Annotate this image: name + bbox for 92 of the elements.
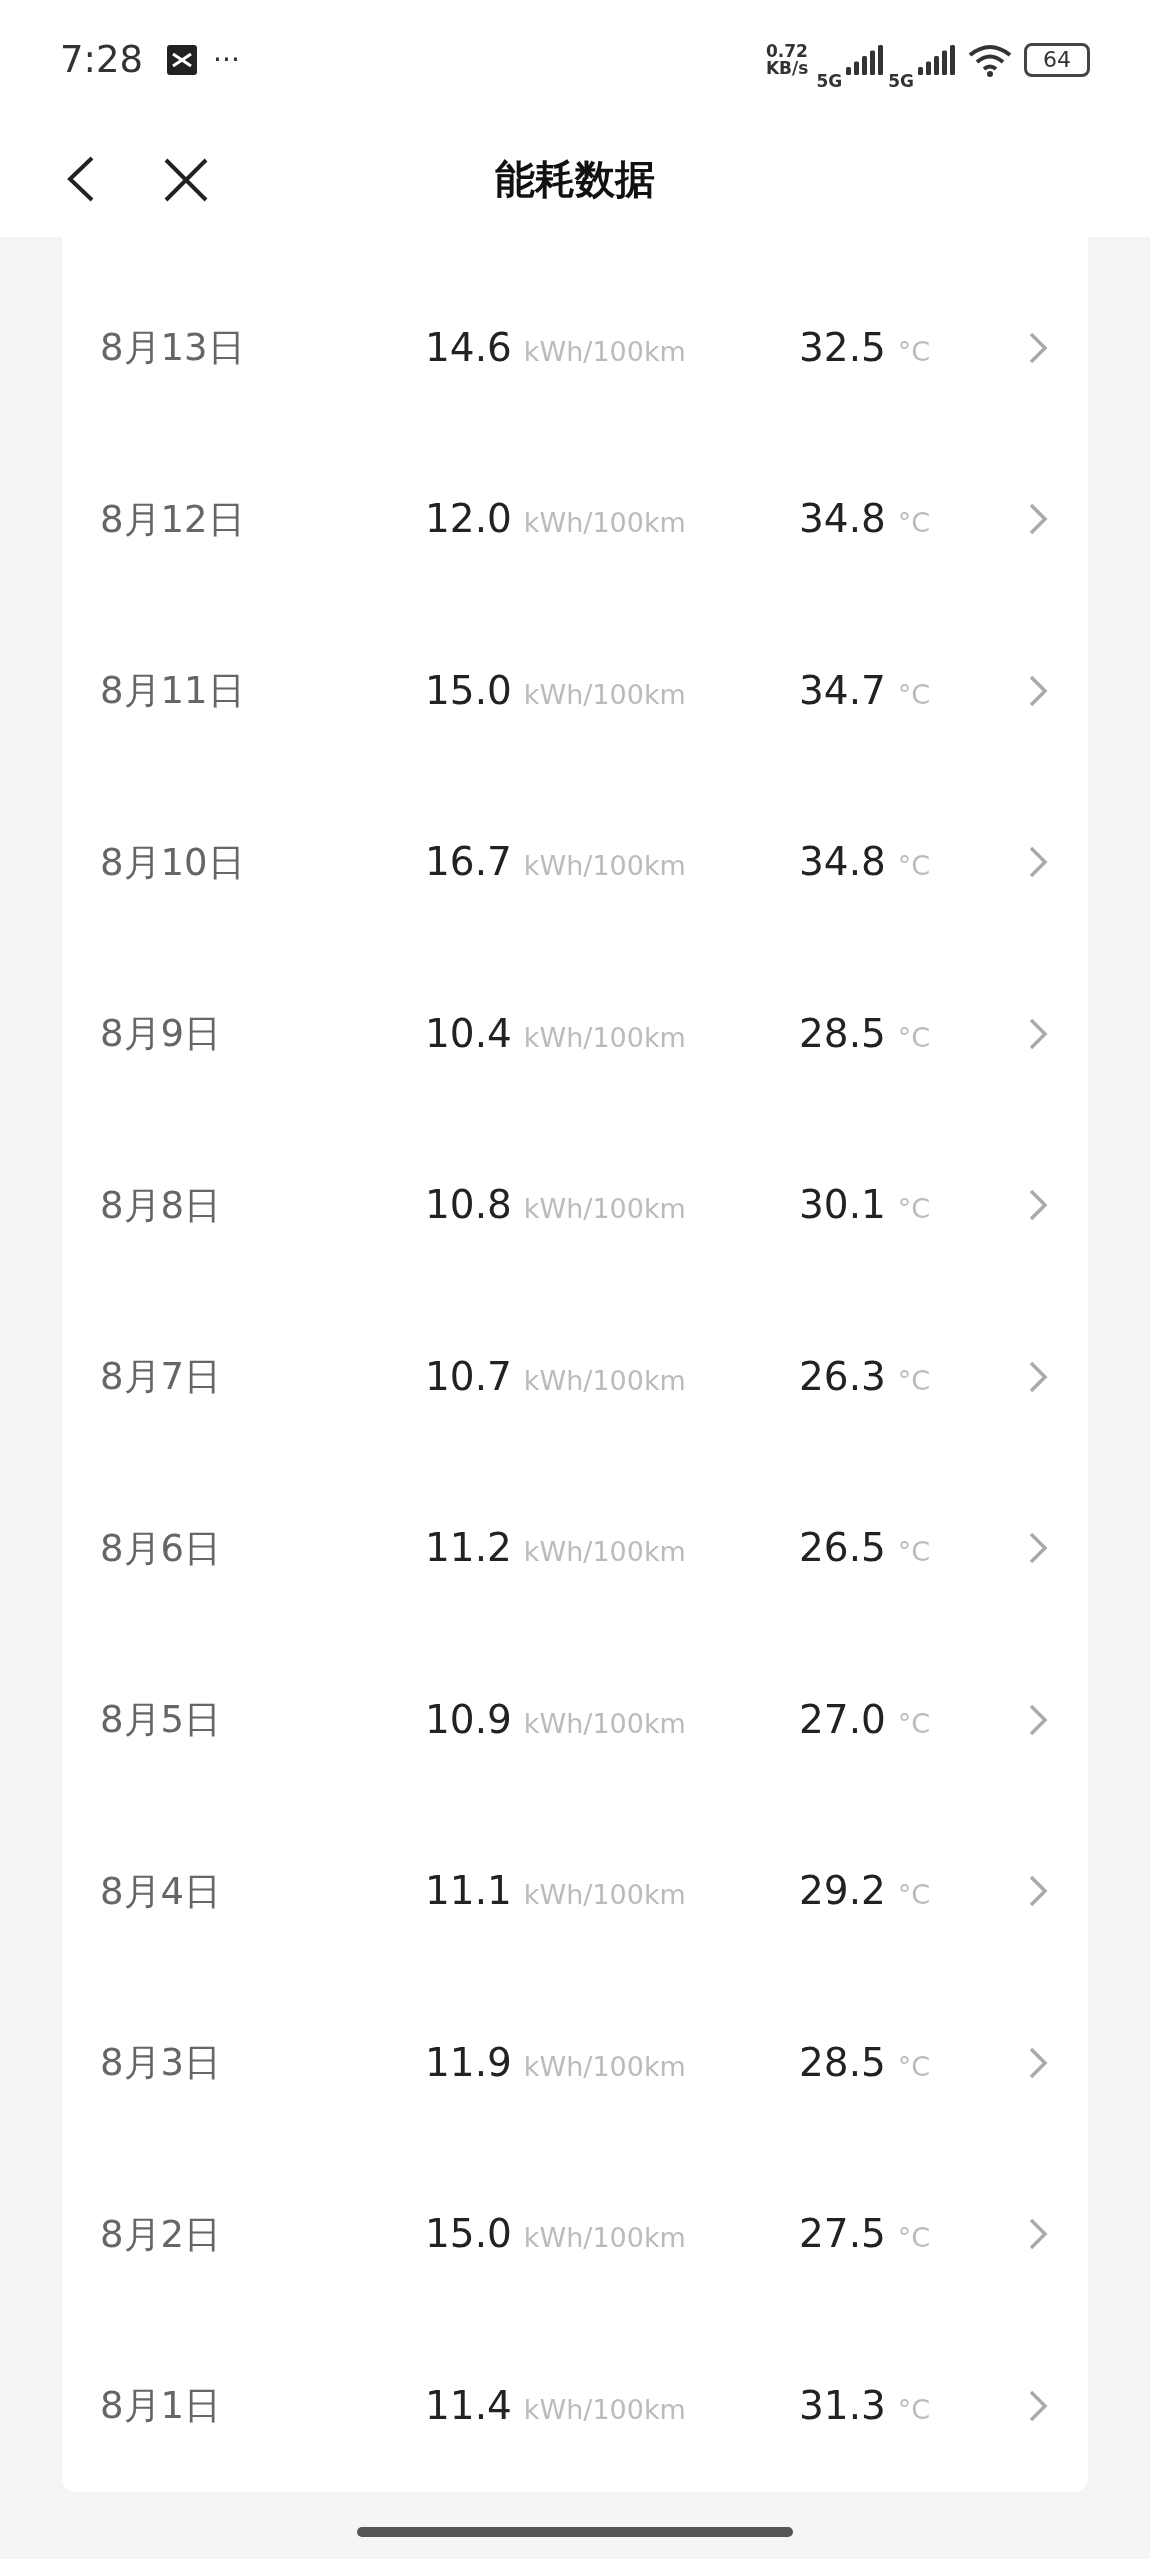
consumption-value: 11.9 [425,2038,512,2087]
consumption-value: 15.0 [425,2210,512,2258]
unit-label: °C [897,2392,931,2427]
unit-label: kWh/100km [523,2392,686,2427]
unit-label: °C [897,677,931,712]
temperature-value: 28.5 [799,1009,886,1058]
unit-label: kWh/100km [523,849,686,883]
network-type: 5G [816,70,843,94]
temperature-value: 32.5 [799,323,886,372]
chevron-right-icon[interactable] [1028,502,1048,537]
unit-label: kWh/100km [523,1363,686,1398]
date-label: 8月4日 [100,1868,223,1915]
unit-label: °C [897,1878,931,1912]
unit-label: °C [897,334,931,369]
temperature-value: 34.8 [799,495,886,543]
chevron-right-icon[interactable] [1028,330,1048,365]
temperature-value: 31.3 [799,2381,886,2430]
unit-label: kWh/100km [523,506,686,540]
close-button[interactable] [164,158,208,202]
consumption-value: 16.7 [425,838,512,886]
chevron-right-icon[interactable] [1028,1702,1048,1737]
date-label: 8月11日 [100,668,246,714]
unit-label: °C [897,849,931,883]
unit-label: kWh/100km [523,1535,686,1569]
temperature-value: 26.5 [799,1524,886,1572]
consumption-value: 11.4 [425,2381,512,2430]
page-title: 能耗数据 [495,154,655,204]
signal-icon [918,45,956,75]
date-label: 8月9日 [100,1011,223,1057]
temperature-value: 34.8 [799,838,886,886]
temperature-value: 34.7 [799,666,886,715]
network-speed: 0.72 KB/s [765,43,809,77]
unit-label: kWh/100km [523,677,686,712]
unit-label: kWh/100km [523,1706,686,1741]
date-label: 8月7日 [100,1354,223,1400]
consumption-value: 11.1 [425,1867,512,1915]
date-label: 8月5日 [100,1697,223,1743]
consumption-value: 11.2 [425,1524,512,1572]
unit-label: kWh/100km [523,1192,686,1226]
unit-label: °C [897,2049,931,2084]
unit-label: °C [897,506,931,540]
more-notifications: ··· [213,42,240,78]
chevron-right-icon[interactable] [1028,673,1048,708]
date-label: 8月12日 [100,496,246,543]
unit-label: kWh/100km [523,1020,686,1055]
unit-label: kWh/100km [523,2221,686,2255]
date-label: 8月6日 [100,1525,223,1572]
date-label: 8月3日 [100,2040,223,2086]
chevron-right-icon[interactable] [1028,845,1048,880]
unit-label: kWh/100km [523,334,686,369]
temperature-value: 29.2 [799,1867,886,1915]
unit-label: °C [897,2221,931,2255]
app-notification-icon [167,45,198,75]
consumption-value: 10.7 [425,1352,512,1401]
date-label: 8月1日 [100,2383,223,2429]
consumption-value: 15.0 [425,666,512,715]
unit-label: °C [897,1363,931,1398]
consumption-value: 14.6 [425,323,512,372]
date-label: 8月10日 [100,839,246,886]
temperature-value: 27.0 [799,1695,886,1744]
battery-indicator: 64 [1024,43,1090,77]
chevron-right-icon[interactable] [1028,2045,1048,2080]
chevron-right-icon[interactable] [1028,1188,1048,1223]
signal-icon [846,45,885,75]
unit-label: °C [897,1535,931,1569]
home-indicator[interactable] [357,2526,793,2537]
clock: 7:28 [60,37,144,84]
consumption-value: 10.4 [425,1009,512,1058]
chevron-right-icon[interactable] [1028,1359,1048,1394]
temperature-value: 30.1 [799,1181,886,1229]
consumption-value: 10.8 [425,1181,512,1229]
network-type: 5G [888,70,914,94]
chevron-right-icon[interactable] [1028,1016,1048,1051]
unit-label: kWh/100km [523,2049,686,2084]
temperature-value: 28.5 [799,2038,886,2087]
unit-label: °C [897,1706,931,1741]
date-label: 8月13日 [100,325,246,371]
chevron-right-icon[interactable] [1028,1531,1048,1566]
chevron-right-icon[interactable] [1028,1874,1048,1909]
consumption-value: 10.9 [425,1695,512,1744]
date-label: 8月8日 [100,1182,223,1229]
wifi-icon [968,43,1012,77]
back-button[interactable] [66,156,96,202]
consumption-value: 12.0 [425,495,512,543]
unit-label: °C [897,1192,931,1226]
temperature-value: 26.3 [799,1352,886,1401]
chevron-right-icon[interactable] [1028,2388,1048,2423]
unit-label: °C [897,1020,931,1055]
date-label: 8月2日 [100,2211,223,2258]
temperature-value: 27.5 [799,2210,886,2258]
unit-label: kWh/100km [523,1878,686,1912]
chevron-right-icon[interactable] [1028,2217,1048,2252]
